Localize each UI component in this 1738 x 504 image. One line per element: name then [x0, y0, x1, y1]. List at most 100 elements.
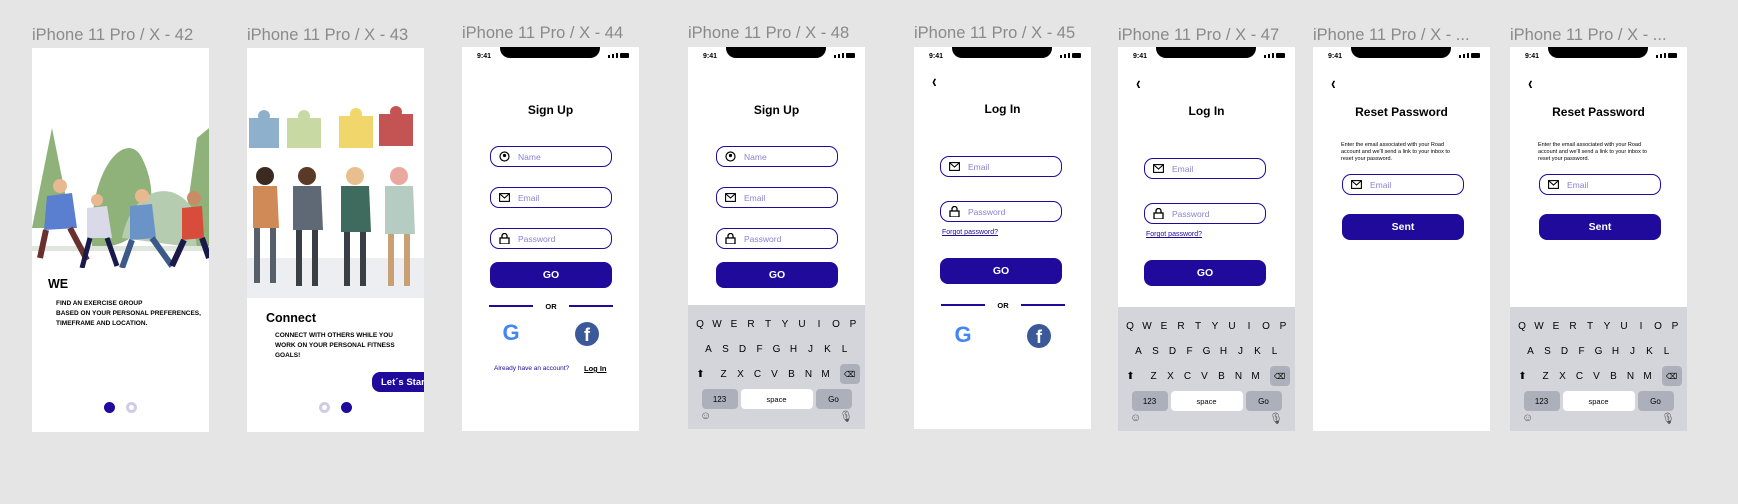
go-button[interactable]: GO — [1144, 260, 1266, 286]
backspace-icon[interactable]: ⌫ — [839, 364, 860, 384]
key[interactable]: Q — [1123, 316, 1137, 336]
space-key[interactable]: space — [1562, 391, 1635, 411]
key[interactable]: Y — [778, 314, 792, 334]
key[interactable]: H — [787, 339, 801, 359]
key[interactable]: P — [1668, 316, 1682, 336]
google-icon[interactable]: G — [952, 324, 974, 346]
key[interactable]: O — [829, 314, 843, 334]
key[interactable]: U — [1225, 316, 1239, 336]
key[interactable]: N — [1232, 366, 1246, 386]
emoji-icon[interactable]: ☺ — [1130, 412, 1141, 425]
key[interactable]: K — [1643, 341, 1657, 361]
key[interactable]: I — [1634, 316, 1648, 336]
key[interactable]: R — [1566, 316, 1580, 336]
key[interactable]: L — [1268, 341, 1282, 361]
email-field[interactable]: Email — [490, 187, 612, 208]
page-indicator-dot[interactable] — [126, 402, 137, 413]
key[interactable]: Z — [1539, 366, 1553, 386]
key[interactable]: M — [1249, 366, 1263, 386]
shift-icon[interactable]: ⬆ — [694, 364, 708, 384]
forgot-password-link[interactable]: Forgot password? — [942, 229, 998, 236]
key[interactable]: G — [1200, 341, 1214, 361]
key[interactable]: Y — [1208, 316, 1222, 336]
key[interactable]: W — [710, 314, 724, 334]
key[interactable]: Y — [1600, 316, 1614, 336]
google-icon[interactable]: G — [500, 322, 522, 344]
key[interactable]: N — [802, 364, 816, 384]
go-button[interactable]: GO — [940, 258, 1062, 284]
key[interactable]: X — [1556, 366, 1570, 386]
key[interactable]: G — [1592, 341, 1606, 361]
space-key[interactable]: space — [1170, 391, 1243, 411]
key[interactable]: C — [1181, 366, 1195, 386]
key[interactable]: T — [761, 314, 775, 334]
password-field[interactable]: Password — [1144, 203, 1266, 224]
key[interactable]: E — [727, 314, 741, 334]
microphone-icon[interactable]: 🎙 — [1269, 412, 1283, 425]
key[interactable]: K — [821, 339, 835, 359]
shift-icon[interactable]: ⬆ — [1516, 366, 1530, 386]
key[interactable]: F — [1575, 341, 1589, 361]
space-key[interactable]: space — [740, 389, 813, 409]
page-indicator-dot-active[interactable] — [104, 402, 115, 413]
key[interactable]: Z — [1147, 366, 1161, 386]
email-field[interactable]: Email — [1342, 174, 1464, 195]
key[interactable]: M — [819, 364, 833, 384]
keyboard[interactable]: QWERTYUIOP ASDFGHJKL ⬆ ZXCVBNM ⌫ 123 spa… — [1118, 307, 1295, 431]
key[interactable]: D — [1166, 341, 1180, 361]
key[interactable]: C — [1573, 366, 1587, 386]
key[interactable]: E — [1549, 316, 1563, 336]
key[interactable]: I — [1242, 316, 1256, 336]
key[interactable]: B — [1215, 366, 1229, 386]
back-chevron-icon[interactable]: ‹ — [1528, 73, 1533, 94]
go-key[interactable]: Go — [815, 389, 852, 409]
key[interactable]: R — [1174, 316, 1188, 336]
login-link[interactable]: Log In — [584, 364, 607, 373]
go-button[interactable]: GO — [490, 262, 612, 288]
key[interactable]: L — [1660, 341, 1674, 361]
password-field[interactable]: Password — [490, 228, 612, 249]
key[interactable]: L — [838, 339, 852, 359]
page-indicator-dot[interactable] — [319, 402, 330, 413]
key[interactable]: B — [1607, 366, 1621, 386]
key[interactable]: X — [734, 364, 748, 384]
key[interactable]: W — [1532, 316, 1546, 336]
key[interactable]: H — [1609, 341, 1623, 361]
key[interactable]: A — [1524, 341, 1538, 361]
name-field[interactable]: Name — [716, 146, 838, 167]
key[interactable]: Q — [1515, 316, 1529, 336]
password-field[interactable]: Password — [716, 228, 838, 249]
name-field[interactable]: Name — [490, 146, 612, 167]
key[interactable]: S — [1149, 341, 1163, 361]
emoji-icon[interactable]: ☺ — [1522, 412, 1533, 425]
email-field[interactable]: Email — [940, 156, 1062, 177]
key[interactable]: V — [1590, 366, 1604, 386]
back-chevron-icon[interactable]: ‹ — [1136, 73, 1141, 94]
key[interactable]: F — [753, 339, 767, 359]
key[interactable]: B — [785, 364, 799, 384]
go-key[interactable]: Go — [1245, 391, 1282, 411]
numbers-key[interactable]: 123 — [701, 389, 738, 409]
key[interactable]: J — [804, 339, 818, 359]
key[interactable]: S — [1541, 341, 1555, 361]
email-field[interactable]: Email — [716, 187, 838, 208]
key[interactable]: V — [768, 364, 782, 384]
microphone-icon[interactable]: 🎙 — [839, 410, 853, 423]
backspace-icon[interactable]: ⌫ — [1661, 366, 1682, 386]
key[interactable]: D — [736, 339, 750, 359]
key[interactable]: W — [1140, 316, 1154, 336]
sent-button[interactable]: Sent — [1342, 214, 1464, 240]
lets-start-button[interactable]: Let´s Start — [372, 372, 424, 392]
backspace-icon[interactable]: ⌫ — [1269, 366, 1290, 386]
sent-button[interactable]: Sent — [1539, 214, 1661, 240]
key[interactable]: J — [1234, 341, 1248, 361]
back-chevron-icon[interactable]: ‹ — [1331, 73, 1336, 94]
key[interactable]: I — [812, 314, 826, 334]
key[interactable]: P — [846, 314, 860, 334]
back-chevron-icon[interactable]: ‹ — [932, 71, 937, 92]
numbers-key[interactable]: 123 — [1523, 391, 1560, 411]
key[interactable]: H — [1217, 341, 1231, 361]
key[interactable]: E — [1157, 316, 1171, 336]
keyboard[interactable]: QWERTYUIOP ASDFGHJKL ⬆ ZXCVBNM ⌫ 123 spa… — [688, 305, 865, 429]
key[interactable]: G — [770, 339, 784, 359]
